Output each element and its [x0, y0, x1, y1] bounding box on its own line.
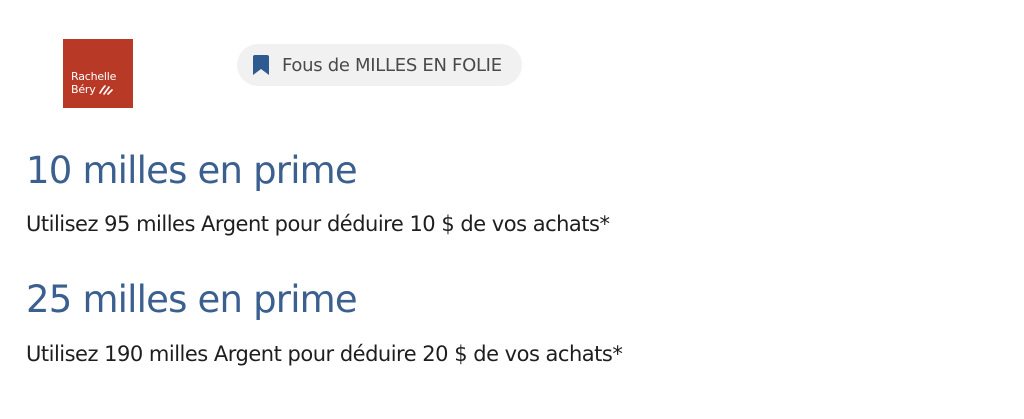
offer-title: 10 milles en prime	[26, 149, 358, 192]
leaf-icon	[98, 85, 113, 95]
bookmark-icon	[253, 55, 269, 75]
tag-label: Fous de MILLES EN FOLIE	[282, 54, 502, 76]
logo-text-line2: Béry	[71, 83, 96, 96]
offer-title: 25 milles en prime	[26, 278, 358, 321]
category-tag[interactable]: Fous de MILLES EN FOLIE	[237, 44, 522, 86]
logo-text-line1: Rachelle	[71, 70, 117, 83]
brand-logo: Rachelle Béry	[63, 39, 133, 108]
offer-description: Utilisez 95 milles Argent pour déduire 1…	[26, 212, 610, 236]
offer-description: Utilisez 190 milles Argent pour déduire …	[26, 342, 623, 366]
